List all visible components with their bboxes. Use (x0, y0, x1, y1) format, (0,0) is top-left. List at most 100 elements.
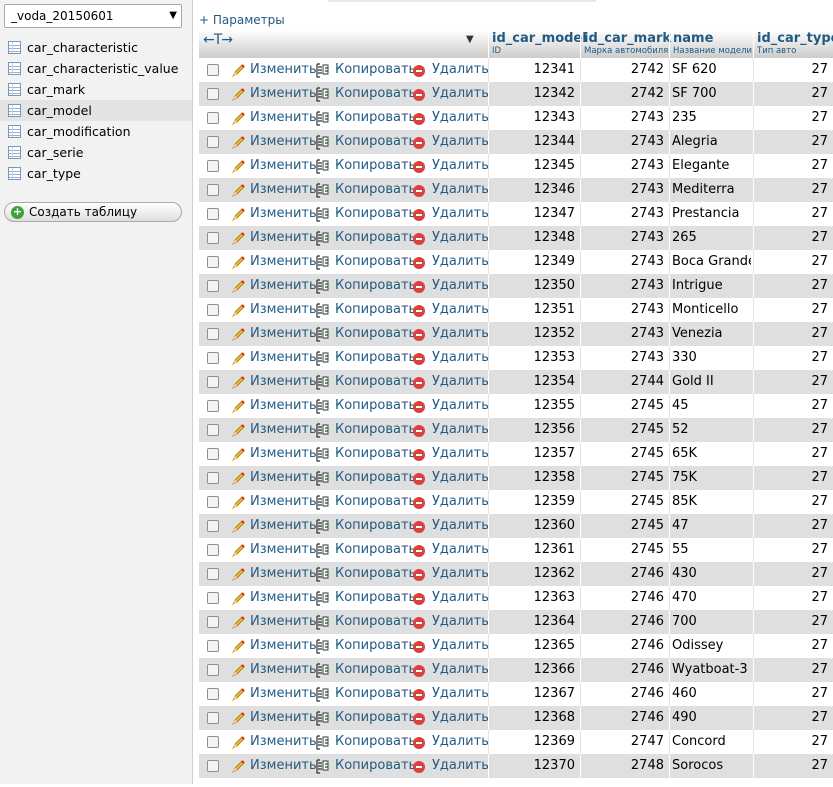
row-checkbox[interactable] (207, 160, 219, 172)
cell-name[interactable]: Monticello (670, 298, 751, 322)
row-checkbox[interactable] (207, 568, 219, 580)
cell-id-car-model[interactable]: 12343 (489, 106, 578, 130)
cell-id-car-mark[interactable]: 2743 (581, 322, 667, 346)
cell-id-car-mark[interactable]: 2743 (581, 274, 667, 298)
cell-id-car-mark[interactable]: 2746 (581, 634, 667, 658)
row-checkbox[interactable] (207, 712, 219, 724)
delete-link[interactable]: Удалить (432, 370, 489, 394)
cell-id-car-model[interactable]: 12354 (489, 370, 578, 394)
cell-name[interactable]: SF 620 (670, 58, 751, 82)
sidebar-item-car-characteristic[interactable]: car_characteristic (0, 37, 192, 58)
delete-icon[interactable] (413, 89, 425, 101)
copy-link[interactable]: Копировать (335, 418, 416, 442)
sidebar-item-car-model[interactable]: car_model (0, 100, 192, 121)
cell-name[interactable]: Odissey (670, 634, 751, 658)
copy-icon[interactable] (315, 562, 331, 586)
delete-link[interactable]: Удалить (432, 346, 489, 370)
sidebar-item-car-serie[interactable]: car_serie (0, 142, 192, 163)
delete-icon[interactable] (413, 185, 425, 197)
cell-name[interactable]: Concord (670, 730, 751, 754)
cell-id-car-type[interactable]: 27 (754, 58, 830, 82)
delete-icon[interactable] (413, 233, 425, 245)
delete-link[interactable]: Удалить (432, 202, 489, 226)
pencil-icon[interactable] (230, 394, 246, 418)
edit-link[interactable]: Изменить (250, 514, 317, 538)
row-checkbox[interactable] (207, 472, 219, 484)
copy-link[interactable]: Копировать (335, 682, 416, 706)
edit-link[interactable]: Изменить (250, 346, 317, 370)
copy-icon[interactable] (315, 322, 331, 346)
cell-id-car-model[interactable]: 12345 (489, 154, 578, 178)
cell-id-car-type[interactable]: 27 (754, 82, 830, 106)
cell-id-car-mark[interactable]: 2745 (581, 538, 667, 562)
edit-link[interactable]: Изменить (250, 538, 317, 562)
copy-icon[interactable] (315, 58, 331, 82)
sidebar-item-car-characteristic-value[interactable]: car_characteristic_value (0, 58, 192, 79)
column-header-id-car-model[interactable]: id_car_model (492, 31, 587, 46)
delete-icon[interactable] (413, 281, 425, 293)
copy-link[interactable]: Копировать (335, 754, 416, 778)
cell-name[interactable]: 330 (670, 346, 751, 370)
database-select[interactable]: _voda_20150601 ▼ (4, 4, 182, 28)
cell-id-car-type[interactable]: 27 (754, 154, 830, 178)
row-checkbox[interactable] (207, 664, 219, 676)
delete-link[interactable]: Удалить (432, 298, 489, 322)
delete-link[interactable]: Удалить (432, 226, 489, 250)
cell-id-car-model[interactable]: 12346 (489, 178, 578, 202)
cell-id-car-model[interactable]: 12362 (489, 562, 578, 586)
cell-id-car-type[interactable]: 27 (754, 298, 830, 322)
delete-link[interactable]: Удалить (432, 682, 489, 706)
cell-name[interactable]: 460 (670, 682, 751, 706)
cell-name[interactable]: 490 (670, 706, 751, 730)
copy-icon[interactable] (315, 394, 331, 418)
sidebar-item-car-mark[interactable]: car_mark (0, 79, 192, 100)
copy-link[interactable]: Копировать (335, 322, 416, 346)
cell-name[interactable]: SF 700 (670, 82, 751, 106)
copy-icon[interactable] (315, 106, 331, 130)
delete-link[interactable]: Удалить (432, 754, 489, 778)
cell-id-car-model[interactable]: 12358 (489, 466, 578, 490)
cell-id-car-mark[interactable]: 2745 (581, 514, 667, 538)
edit-link[interactable]: Изменить (250, 490, 317, 514)
cell-id-car-type[interactable]: 27 (754, 130, 830, 154)
row-checkbox[interactable] (207, 544, 219, 556)
row-checkbox[interactable] (207, 496, 219, 508)
copy-link[interactable]: Копировать (335, 514, 416, 538)
cell-id-car-mark[interactable]: 2747 (581, 730, 667, 754)
row-checkbox[interactable] (207, 640, 219, 652)
cell-id-car-mark[interactable]: 2743 (581, 106, 667, 130)
pencil-icon[interactable] (230, 562, 246, 586)
copy-link[interactable]: Копировать (335, 154, 416, 178)
delete-icon[interactable] (413, 761, 425, 773)
delete-icon[interactable] (413, 353, 425, 365)
pencil-icon[interactable] (230, 682, 246, 706)
pencil-icon[interactable] (230, 514, 246, 538)
copy-link[interactable]: Копировать (335, 658, 416, 682)
copy-link[interactable]: Копировать (335, 370, 416, 394)
edit-link[interactable]: Изменить (250, 178, 317, 202)
row-checkbox[interactable] (207, 688, 219, 700)
cell-id-car-model[interactable]: 12369 (489, 730, 578, 754)
copy-link[interactable]: Копировать (335, 394, 416, 418)
copy-link[interactable]: Копировать (335, 82, 416, 106)
edit-link[interactable]: Изменить (250, 202, 317, 226)
row-checkbox[interactable] (207, 208, 219, 220)
cell-name[interactable]: Intrigue (670, 274, 751, 298)
copy-icon[interactable] (315, 82, 331, 106)
cell-id-car-type[interactable]: 27 (754, 730, 830, 754)
pencil-icon[interactable] (230, 58, 246, 82)
column-header-id-car-mark[interactable]: id_car_mark (584, 31, 671, 46)
copy-link[interactable]: Копировать (335, 202, 416, 226)
row-checkbox[interactable] (207, 448, 219, 460)
cell-id-car-mark[interactable]: 2745 (581, 394, 667, 418)
pencil-icon[interactable] (230, 178, 246, 202)
cell-id-car-type[interactable]: 27 (754, 586, 830, 610)
cell-name[interactable]: Wyatboat-3 (670, 658, 751, 682)
pencil-icon[interactable] (230, 298, 246, 322)
pencil-icon[interactable] (230, 106, 246, 130)
delete-icon[interactable] (413, 593, 425, 605)
sidebar-item-car-type[interactable]: car_type (0, 163, 192, 184)
delete-link[interactable]: Удалить (432, 82, 489, 106)
cell-id-car-mark[interactable]: 2743 (581, 250, 667, 274)
delete-icon[interactable] (413, 401, 425, 413)
